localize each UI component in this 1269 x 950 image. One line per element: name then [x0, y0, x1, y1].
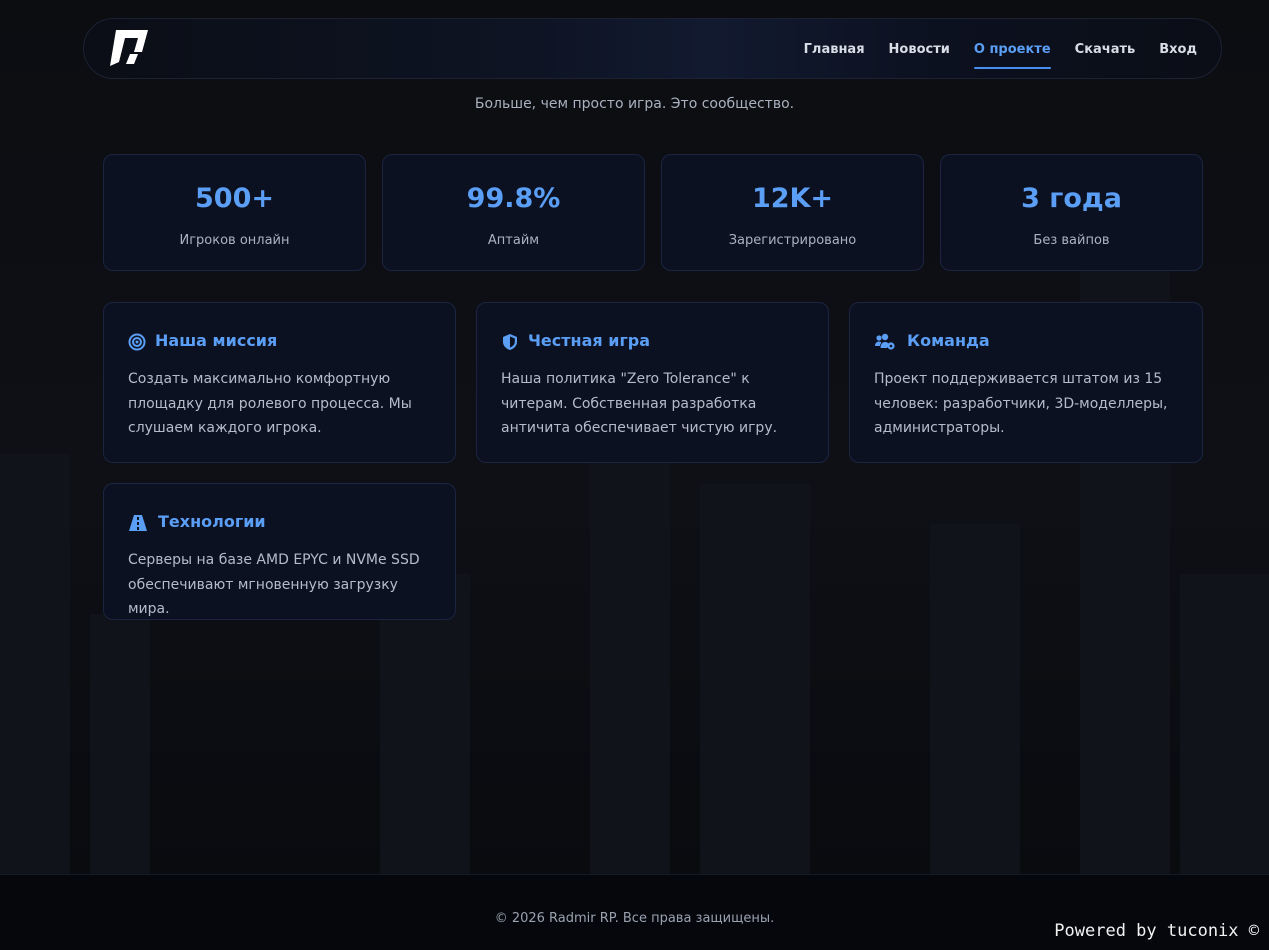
card-title: Команда: [907, 331, 990, 350]
nav-home[interactable]: Главная: [804, 19, 865, 80]
feature-card-technology: Технологии Серверы на базе AMD EPYC и NV…: [103, 483, 456, 620]
feature-card-team: Команда Проект поддерживается штатом из …: [849, 302, 1203, 463]
stat-card-no-wipes: 3 года Без вайпов: [940, 154, 1203, 271]
nav-download[interactable]: Скачать: [1075, 19, 1136, 80]
stat-value: 3 года: [1021, 183, 1122, 214]
card-title: Честная игра: [528, 331, 651, 350]
stat-value: 500+: [195, 183, 274, 214]
stat-label: Игроков онлайн: [179, 233, 290, 248]
nav-login[interactable]: Вход: [1159, 19, 1197, 80]
main-nav: Главная Новости О проекте Скачать Вход: [780, 19, 1197, 80]
radmir-logo[interactable]: [108, 28, 150, 68]
stat-label: Зарегистрировано: [728, 233, 857, 248]
target-icon: [128, 333, 146, 351]
card-text: Серверы на базе AMD EPYC и NVMe SSD обес…: [128, 552, 420, 617]
stat-label: Без вайпов: [1033, 233, 1110, 248]
shield-icon: [501, 333, 519, 351]
nav-about[interactable]: О проекте: [973, 19, 1051, 80]
card-text: Проект поддерживается штатом из 15 челов…: [874, 371, 1168, 436]
page-tagline: Больше, чем просто игра. Это сообщество.: [474, 96, 795, 112]
powered-by-link[interactable]: Powered by tuconix ©: [1054, 921, 1259, 941]
feature-card-fair-play: Честная игра Наша политика "Zero Toleran…: [476, 302, 829, 463]
stat-value: 99.8%: [466, 183, 561, 214]
card-text: Наша политика "Zero Tolerance" к читерам…: [501, 371, 778, 436]
card-text: Создать максимально комфортную площадку …: [128, 371, 412, 436]
card-title: Технологии: [158, 512, 266, 531]
stat-card-registered: 12K+ Зарегистрировано: [661, 154, 924, 271]
stat-label: Аптайм: [487, 233, 540, 248]
site-header: Главная Новости О проекте Скачать Вход: [83, 18, 1222, 79]
feature-card-mission: Наша миссия Создать максимально комфортн…: [103, 302, 456, 463]
nav-news[interactable]: Новости: [889, 19, 950, 80]
road-icon: [128, 514, 148, 532]
site-footer: © 2026 Radmir RP. Все права защищены. Po…: [0, 874, 1269, 950]
stat-card-players: 500+ Игроков онлайн: [103, 154, 366, 271]
card-title: Наша миссия: [155, 331, 278, 350]
stat-card-uptime: 99.8% Аптайм: [382, 154, 645, 271]
stat-value: 12K+: [751, 183, 834, 214]
users-gear-icon: [874, 333, 896, 351]
